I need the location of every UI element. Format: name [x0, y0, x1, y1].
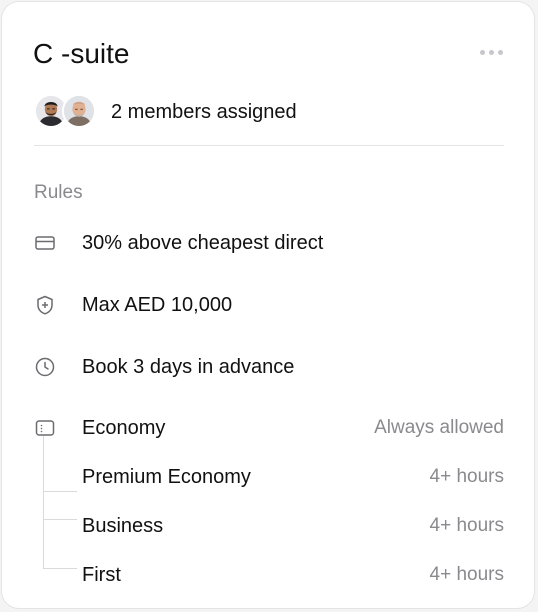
cabin-row-first: First 4+ hours	[34, 562, 504, 588]
rule-text: 30% above cheapest direct	[82, 232, 324, 254]
avatar	[62, 94, 96, 128]
cabin-tree-branch	[43, 491, 77, 492]
cabin-row-economy: Economy Always allowed	[34, 415, 504, 441]
cabin-value: 4+ hours	[429, 564, 504, 585]
cabin-name: Premium Economy	[82, 466, 251, 488]
members-count-text: 2 members assigned	[111, 101, 297, 123]
more-options-button[interactable]	[476, 42, 506, 62]
cabin-name: Business	[82, 515, 164, 537]
rule-advance-booking: Book 3 days in advance	[34, 354, 504, 380]
rules-heading: Rules	[34, 182, 83, 203]
cabin-name: First	[82, 564, 121, 586]
cabin-value: 4+ hours	[429, 515, 504, 536]
rule-text: Max AED 10,000	[82, 294, 233, 316]
more-dot	[479, 49, 485, 55]
seat-class-icon	[34, 417, 56, 439]
rule-text: Book 3 days in advance	[82, 356, 295, 378]
cabin-tree-line	[43, 436, 44, 568]
divider	[34, 145, 504, 146]
rule-price-limit: 30% above cheapest direct	[34, 230, 504, 256]
clock-icon	[34, 356, 56, 378]
cabin-row-business: Business 4+ hours	[34, 513, 504, 539]
policy-card: C -suite 2 members assigned Rules 30% ab…	[1, 1, 535, 609]
more-dot	[497, 49, 503, 55]
policy-title: C -suite	[33, 38, 130, 69]
cabin-name: Economy	[82, 417, 166, 439]
shield-plus-icon	[34, 294, 56, 316]
cabin-value: 4+ hours	[429, 466, 504, 487]
cabin-row-premium-economy: Premium Economy 4+ hours	[34, 464, 504, 490]
avatar-group	[34, 94, 98, 130]
credit-card-icon	[34, 232, 56, 254]
cabin-value: Always allowed	[374, 417, 504, 438]
rule-max-amount: Max AED 10,000	[34, 292, 504, 318]
more-dot	[488, 49, 494, 55]
members-assigned[interactable]: 2 members assigned	[34, 92, 297, 132]
